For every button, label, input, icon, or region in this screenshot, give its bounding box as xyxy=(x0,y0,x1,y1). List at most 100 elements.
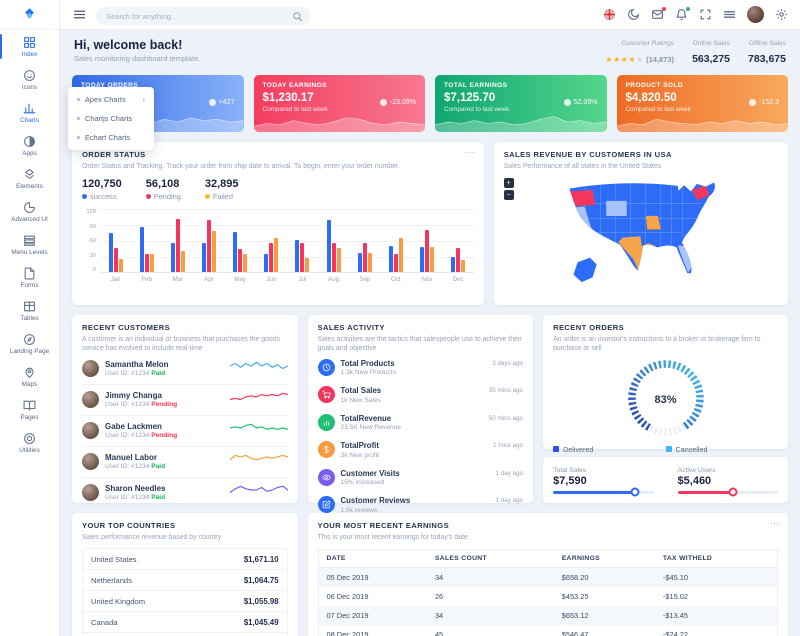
row-order-map: ORDER STATUS ⋯ Order Status and Tracking… xyxy=(72,142,788,305)
table-row: 05 Dec 2019 34 $658.20 -$45.10 xyxy=(318,568,777,588)
card-wave-chart xyxy=(435,114,607,132)
sidebar-item-label: Advanced UI xyxy=(11,216,48,223)
sidebar-item-tables[interactable]: Tables xyxy=(0,294,59,327)
bar-group-jan xyxy=(100,209,131,272)
top-countries-card: YOUR TOP COUNTRIES Sales performance rev… xyxy=(72,513,298,636)
chevron-right-icon: › xyxy=(142,96,145,104)
bullet-icon xyxy=(77,136,80,139)
more-options-icon[interactable]: ⋯ xyxy=(770,518,779,529)
slider-track[interactable] xyxy=(678,491,778,494)
activity-subtitle: 1k New Sales xyxy=(341,397,382,404)
settings-gear-icon[interactable] xyxy=(775,8,788,21)
welcome-stat-customer-ratings: Customer Ratings★★★★★(14,873) xyxy=(605,40,674,67)
activity-title: TotalRevenue xyxy=(341,414,401,423)
sidebar-item-apps[interactable]: Apps xyxy=(0,129,59,162)
sidebar-item-icons[interactable]: Icons xyxy=(0,63,59,96)
right-column: RECENT ORDERS An order is an investor's … xyxy=(543,315,788,503)
sidebar-item-index[interactable]: Index xyxy=(0,30,59,63)
bar-success xyxy=(295,240,299,272)
bar-failed xyxy=(305,258,309,272)
usa-map-title: SALES REVENUE BY CUSTOMERS IN USA xyxy=(504,150,778,159)
bar-success xyxy=(327,220,331,272)
sidebar-item-pages[interactable]: Pages xyxy=(0,393,59,426)
circle-half-icon xyxy=(23,135,36,148)
customer-row-sharon-needles[interactable]: Sharon Needles User ID: #1234 Paid xyxy=(82,478,288,508)
dark-mode-moon-icon[interactable] xyxy=(627,8,640,21)
sales-activity-description: Sales activities are the tactics that sa… xyxy=(318,335,524,354)
sidebar-item-elements[interactable]: Elements xyxy=(0,162,59,195)
rating-count: (14,873) xyxy=(646,55,674,64)
bar-failed xyxy=(274,238,278,272)
slider-handle[interactable] xyxy=(631,488,640,497)
cell-earnings: $653.12 xyxy=(554,606,655,625)
slider-value: $7,590 xyxy=(553,475,653,487)
dropdown-item-apex-charts[interactable]: Apex Charts › xyxy=(68,90,154,109)
country-list: United States $1,671.10Netherlands $1,06… xyxy=(82,548,288,636)
messages-badge-dot xyxy=(662,7,666,11)
logo-diamond-icon xyxy=(22,7,37,22)
user-avatar[interactable] xyxy=(747,6,764,23)
customer-row-manuel-labor[interactable]: Manuel Labor User ID: #1234 Paid xyxy=(82,447,288,478)
search-icon xyxy=(292,9,303,20)
order-status-stats: 120,750 success56,108 Pending32,895 Fail… xyxy=(82,178,474,201)
notifications-bell-icon[interactable] xyxy=(675,8,688,21)
table-row: 07 Dec 2019 34 $653.12 -$13.45 xyxy=(318,606,777,625)
activity-time: 1 hour ago xyxy=(493,441,523,449)
map-zoom-in-button[interactable]: + xyxy=(504,178,514,188)
more-options-icon[interactable]: ⋯ xyxy=(466,147,475,158)
bar-failed xyxy=(337,248,341,272)
sidebar-item-menu-levels[interactable]: Menu Levels xyxy=(0,228,59,261)
sidebar-item-landing-page[interactable]: Landing Page xyxy=(0,327,59,360)
bar-pending xyxy=(145,254,149,272)
usa-map[interactable] xyxy=(504,175,778,291)
country-name: United Kingdom xyxy=(91,597,145,606)
stat-label: Offline Sales xyxy=(748,40,786,47)
slider-total-sales: Total Sales $7,590 xyxy=(553,467,653,494)
usa-map-card: SALES REVENUE BY CUSTOMERS IN USA Sales … xyxy=(494,142,788,305)
activity-item-customer-visits: Customer Visits 15% increased 1 day ago xyxy=(318,464,524,492)
sidebar-item-charts[interactable]: Charts xyxy=(0,96,59,129)
country-row-netherlands: Netherlands $1,064.75 xyxy=(83,570,287,591)
customer-sparkline-chart xyxy=(230,452,288,471)
stat-value: 563,275 xyxy=(692,53,730,65)
edit-icon xyxy=(318,496,335,513)
dollar-icon xyxy=(318,441,335,458)
dropdown-item-chartjs-charts[interactable]: Chartjs Charts xyxy=(68,109,154,128)
sidebar-toggle-button[interactable] xyxy=(72,8,86,22)
sidebar-item-label: Tables xyxy=(20,315,38,322)
sidebar-item-utilities[interactable]: Utilities xyxy=(0,426,59,459)
sales-sliders-card: Total Sales $7,590 Active Users $5,460 xyxy=(543,457,788,503)
slider-track[interactable] xyxy=(553,491,653,494)
sidebar-item-label: Landing Page xyxy=(10,348,49,355)
customer-meta: User ID: #1234 Paid xyxy=(105,370,169,377)
fullscreen-icon[interactable] xyxy=(699,8,712,21)
customer-name: Gabe Lackmen xyxy=(105,422,177,431)
customer-row-samantha-melon[interactable]: Samantha Melon User ID: #1234 Paid xyxy=(82,354,288,385)
stat-card-today-earnings: TODAY EARNINGS $1,230.17 Compared to las… xyxy=(254,75,426,132)
cart-icon xyxy=(318,386,335,403)
order-status-description: Order Status and Tracking. Track your or… xyxy=(82,162,474,171)
slider-handle[interactable] xyxy=(728,488,737,497)
cell-tax-witheld: -$13.45 xyxy=(655,606,778,625)
uk-flag-icon[interactable] xyxy=(603,8,616,21)
page-title: Hi, welcome back! xyxy=(74,38,200,52)
sidebar-item-advanced-ui[interactable]: Advanced UI xyxy=(0,195,59,228)
sidebar-item-maps[interactable]: Maps xyxy=(0,360,59,393)
sales-activity-title: SALES ACTIVITY xyxy=(318,323,524,332)
book-icon xyxy=(23,399,36,412)
map-zoom-out-button[interactable]: − xyxy=(504,190,514,200)
messages-icon[interactable] xyxy=(651,8,664,21)
search-input[interactable] xyxy=(96,7,311,25)
customer-row-jimmy-changa[interactable]: Jimmy Changa User ID: #1234 Pending xyxy=(82,385,288,416)
dropdown-item-echart-charts[interactable]: Echart Charts xyxy=(68,128,154,147)
country-row-united-states: United States $1,671.10 xyxy=(83,549,287,570)
customer-row-gabe-lackmen[interactable]: Gabe Lackmen User ID: #1234 Pending xyxy=(82,416,288,447)
bar-pending xyxy=(456,248,460,272)
sidebar-item-label: Icons xyxy=(22,84,37,91)
recent-orders-description: An order is an investor's instructions t… xyxy=(553,335,778,354)
order-stat-value: 32,895 xyxy=(205,178,239,190)
app-logo[interactable] xyxy=(0,0,59,30)
right-panel-menu-icon[interactable] xyxy=(723,8,736,21)
sidebar-item-forms[interactable]: Forms xyxy=(0,261,59,294)
topbar xyxy=(60,0,800,30)
